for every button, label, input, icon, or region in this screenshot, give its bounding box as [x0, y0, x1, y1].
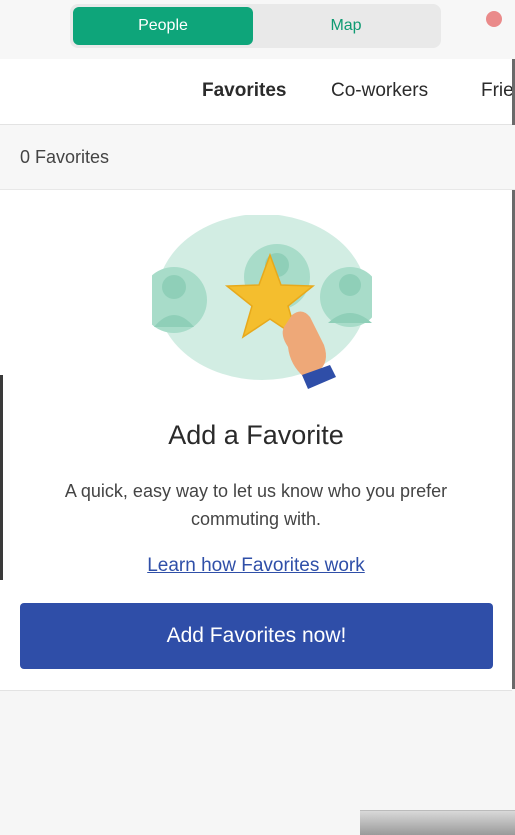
people-tabs: Favorites Co-workers Frie — [0, 59, 515, 125]
empty-state-card: Add a Favorite A quick, easy way to let … — [0, 190, 512, 691]
side-handle — [0, 375, 3, 580]
tab-friends[interactable]: Frie — [481, 59, 514, 124]
people-map-toggle: People Map — [70, 4, 441, 48]
people-segment-button[interactable]: People — [73, 7, 253, 45]
empty-state-title: Add a Favorite — [168, 420, 344, 450]
status-dot-icon — [486, 11, 502, 27]
tab-co-workers[interactable]: Co-workers — [331, 59, 428, 124]
empty-state-description: A quick, easy way to let us know who you… — [64, 481, 448, 529]
top-bar: People Map — [0, 0, 515, 59]
add-favorites-button[interactable]: Add Favorites now! — [20, 603, 493, 669]
tab-favorites[interactable]: Favorites — [202, 59, 286, 124]
hand-holding-star-illustration — [152, 215, 372, 389]
corner-thumbnail — [360, 810, 515, 835]
learn-favorites-link[interactable]: Learn how Favorites work — [0, 555, 512, 577]
favorites-count: 0 Favorites — [20, 147, 110, 167]
favorites-count-row: 0 Favorites — [0, 125, 515, 190]
map-segment-button[interactable]: Map — [253, 7, 439, 45]
